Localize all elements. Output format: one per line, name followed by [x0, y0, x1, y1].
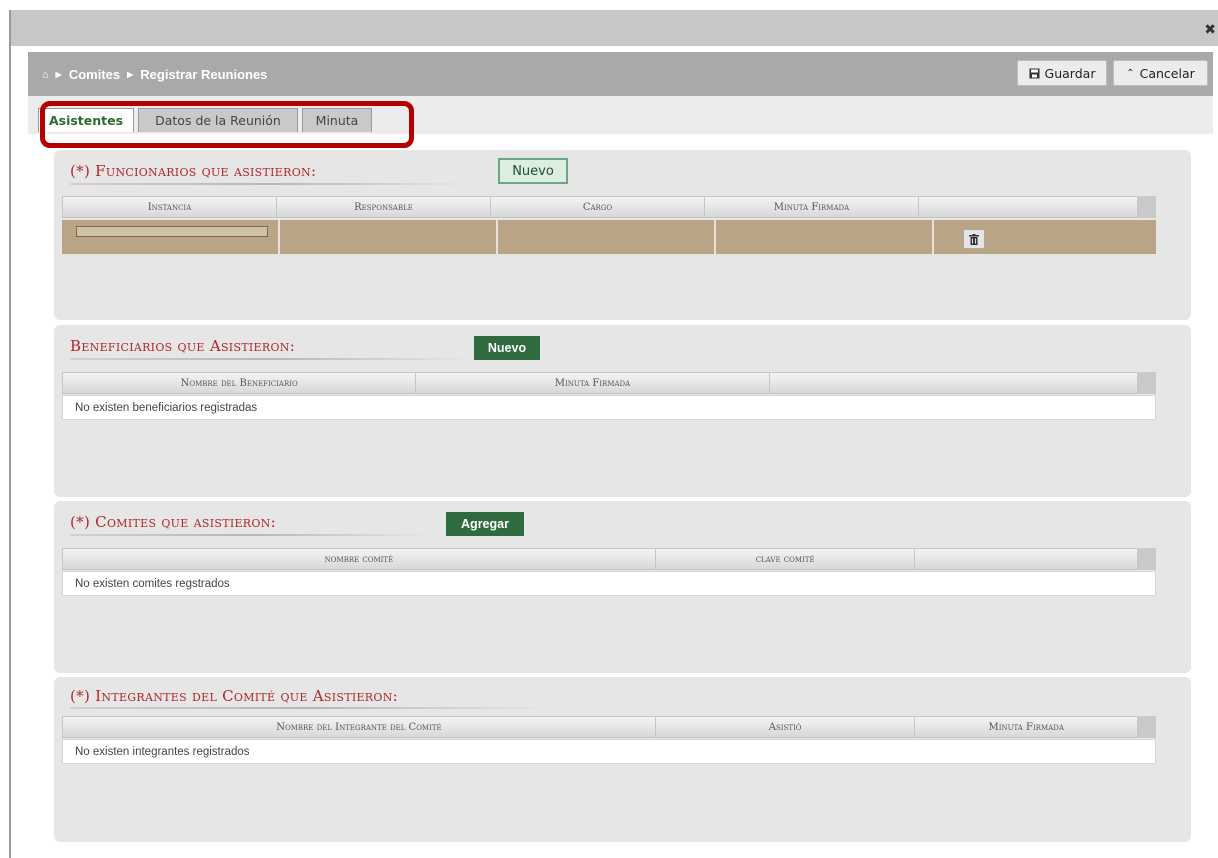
column-header[interactable]: Minuta Firmada — [416, 373, 770, 393]
empty-message: No existen integrantes registrados — [62, 739, 1156, 764]
column-header — [915, 549, 1137, 569]
cell-responsable[interactable] — [280, 220, 498, 254]
column-header[interactable]: Minuta Firmada — [705, 197, 919, 217]
breadcrumb-item-comites[interactable]: Comites — [69, 67, 120, 82]
divider — [70, 534, 430, 536]
divider — [70, 707, 550, 709]
cancel-button[interactable]: ⌃ Cancelar — [1113, 60, 1208, 86]
tab-label: Minuta — [315, 113, 359, 128]
cell-instancia[interactable] — [62, 220, 280, 254]
section-title: (*) Integrantes del Comité que Asistiero… — [70, 687, 398, 705]
column-header[interactable]: Nombre del Integrante del Comité — [63, 717, 656, 737]
tab-label: Datos de la Reunión — [155, 113, 281, 128]
section-title: (*) Funcionarios que asistieron: — [70, 162, 317, 180]
delete-button[interactable] — [963, 229, 985, 249]
dialog-content: ⌂ ▶ Comites ▶ Registrar Reuniones Guarda… — [28, 50, 1213, 858]
section-funcionarios: (*) Funcionarios que asistieron: Nuevo I… — [54, 150, 1191, 320]
cell-actions — [934, 220, 1156, 254]
cancel-button-label: Cancelar — [1139, 65, 1195, 81]
empty-message: No existen comites regstrados — [62, 571, 1156, 596]
funcionarios-grid: Instancia Responsable Cargo Minuta Firma… — [62, 196, 1156, 306]
new-beneficiario-button[interactable]: Nuevo — [474, 336, 540, 360]
column-header[interactable]: Instancia — [63, 197, 277, 217]
dialog-frame: ✖ ⌂ ▶ Comites ▶ Registrar Reuniones Guar… — [0, 0, 1218, 858]
column-header — [919, 197, 1137, 217]
tab-datos-reunion[interactable]: Datos de la Reunión — [138, 108, 298, 132]
header-bar: ⌂ ▶ Comites ▶ Registrar Reuniones Guarda… — [28, 52, 1213, 96]
section-title: Beneficiarios que Asistieron: — [70, 337, 296, 355]
grid-header: Nombre del Integrante del Comité Asistió… — [62, 716, 1138, 738]
tab-strip: Asistentes Datos de la Reunión Minuta — [28, 96, 1213, 134]
comites-grid: nombre comité clave comité No existen co… — [62, 548, 1156, 608]
grid-scrollbar-corner — [1138, 716, 1156, 738]
breadcrumb: ⌂ ▶ Comites ▶ Registrar Reuniones — [42, 67, 267, 82]
save-icon — [1029, 68, 1040, 78]
breadcrumb-item-registrar-reuniones: Registrar Reuniones — [140, 67, 268, 82]
column-header[interactable]: Cargo — [491, 197, 705, 217]
column-header[interactable]: Minuta Firmada — [915, 717, 1137, 737]
section-beneficiarios: Beneficiarios que Asistieron: Nuevo Nomb… — [54, 325, 1191, 497]
table-row[interactable] — [62, 220, 1156, 254]
save-button-label: Guardar — [1044, 65, 1096, 81]
section-integrantes: (*) Integrantes del Comité que Asistiero… — [54, 677, 1191, 842]
grid-header: nombre comité clave comité — [62, 548, 1138, 570]
beneficiarios-grid: Nombre del Beneficiario Minuta Firmada N… — [62, 372, 1156, 432]
grid-header: Nombre del Beneficiario Minuta Firmada — [62, 372, 1138, 394]
grid-header: Instancia Responsable Cargo Minuta Firma… — [62, 196, 1138, 218]
section-comites: (*) Comites que asistieron: Agregar nomb… — [54, 501, 1191, 673]
chevron-right-icon: ▶ — [55, 70, 62, 79]
empty-message: No existen beneficiarios registradas — [62, 395, 1156, 420]
grid-scrollbar-corner — [1138, 196, 1156, 218]
cell-minuta-firmada[interactable] — [716, 220, 934, 254]
divider — [9, 10, 11, 858]
column-header[interactable]: Asistió — [656, 717, 916, 737]
column-header[interactable]: nombre comité — [63, 549, 656, 569]
tab-minuta[interactable]: Minuta — [302, 108, 372, 132]
chevron-right-icon: ▶ — [127, 70, 134, 79]
save-button[interactable]: Guardar — [1017, 60, 1107, 86]
trash-icon — [969, 233, 979, 245]
grid-scrollbar-corner — [1138, 548, 1156, 570]
tab-label: Asistentes — [48, 113, 124, 128]
add-comite-button[interactable]: Agregar — [446, 512, 524, 536]
divider — [70, 358, 470, 360]
divider — [70, 183, 470, 185]
new-funcionario-button[interactable]: Nuevo — [498, 158, 568, 184]
integrantes-grid: Nombre del Integrante del Comité Asistió… — [62, 716, 1156, 776]
home-icon[interactable]: ⌂ — [42, 69, 49, 81]
grid-scrollbar-corner — [1138, 372, 1156, 394]
column-header[interactable]: clave comité — [656, 549, 916, 569]
column-header — [770, 373, 1137, 393]
close-icon[interactable]: ✖ — [1204, 22, 1216, 38]
tab-asistentes[interactable]: Asistentes — [38, 108, 134, 132]
chevron-up-icon: ⌃ — [1126, 67, 1135, 79]
instancia-input[interactable] — [76, 226, 268, 237]
dialog-titlebar: ✖ — [11, 10, 1218, 46]
column-header[interactable]: Nombre del Beneficiario — [63, 373, 417, 393]
column-header[interactable]: Responsable — [277, 197, 491, 217]
cell-cargo[interactable] — [498, 220, 716, 254]
section-title: (*) Comites que asistieron: — [70, 513, 276, 531]
